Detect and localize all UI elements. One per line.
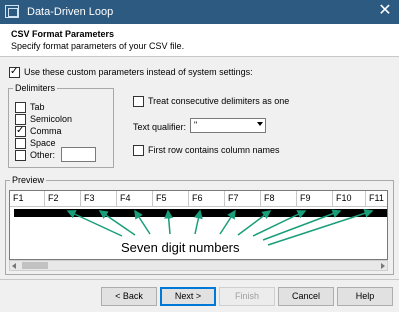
text-qualifier-value: ": [194, 120, 198, 130]
consecutive-delimiters-label[interactable]: Treat consecutive delimiters as one: [148, 96, 289, 106]
delimiters-group-label: Delimiters: [13, 83, 58, 93]
consecutive-delimiters-checkbox[interactable]: [133, 96, 144, 107]
space-checkbox[interactable]: [15, 138, 26, 149]
finish-button[interactable]: Finish: [219, 287, 275, 306]
page-subtitle: Specify format parameters of your CSV fi…: [11, 41, 185, 51]
preview-horizontal-scrollbar[interactable]: [9, 260, 388, 271]
preview-grid[interactable]: F1 F2 F3 F4 F5 F6 F7 F8 F9 F10 F11 Seven…: [9, 190, 388, 260]
first-row-names-checkbox[interactable]: [133, 145, 144, 156]
cancel-button[interactable]: Cancel: [278, 287, 334, 306]
use-custom-params-label[interactable]: Use these custom parameters instead of s…: [24, 67, 253, 77]
help-button[interactable]: Help: [337, 287, 393, 306]
tab-label[interactable]: Tab: [30, 102, 45, 112]
scroll-left-icon[interactable]: [12, 263, 16, 269]
scrollbar-thumb[interactable]: [22, 262, 48, 269]
footer-divider: [0, 279, 399, 280]
app-window-icon: [5, 5, 19, 18]
space-label[interactable]: Space: [30, 138, 56, 148]
wizard-header: CSV Format Parameters Specify format par…: [0, 24, 399, 57]
comma-label[interactable]: Comma: [30, 126, 62, 136]
other-checkbox[interactable]: [15, 150, 26, 161]
other-label[interactable]: Other:: [30, 150, 55, 160]
annotation-label: Seven digit numbers: [121, 240, 240, 255]
scroll-right-icon[interactable]: [381, 263, 385, 269]
chevron-down-icon: [257, 122, 263, 126]
next-button[interactable]: Next >: [160, 287, 216, 306]
semicolon-label[interactable]: Semicolon: [30, 114, 72, 124]
preview-group-label: Preview: [10, 175, 47, 185]
use-custom-params-checkbox[interactable]: [9, 65, 20, 78]
first-row-names-label[interactable]: First row contains column names: [148, 145, 280, 155]
text-qualifier-select[interactable]: ": [190, 118, 266, 133]
comma-checkbox[interactable]: [15, 124, 26, 137]
other-delimiter-input[interactable]: [61, 147, 96, 162]
title-bar: Data-Driven Loop ✕: [0, 0, 399, 24]
close-icon[interactable]: ✕: [375, 2, 395, 21]
text-qualifier-label: Text qualifier:: [133, 122, 187, 132]
tab-checkbox[interactable]: [15, 102, 26, 113]
back-button[interactable]: < Back: [101, 287, 157, 306]
window-title: Data-Driven Loop: [27, 6, 114, 18]
page-title: CSV Format Parameters: [11, 29, 115, 39]
